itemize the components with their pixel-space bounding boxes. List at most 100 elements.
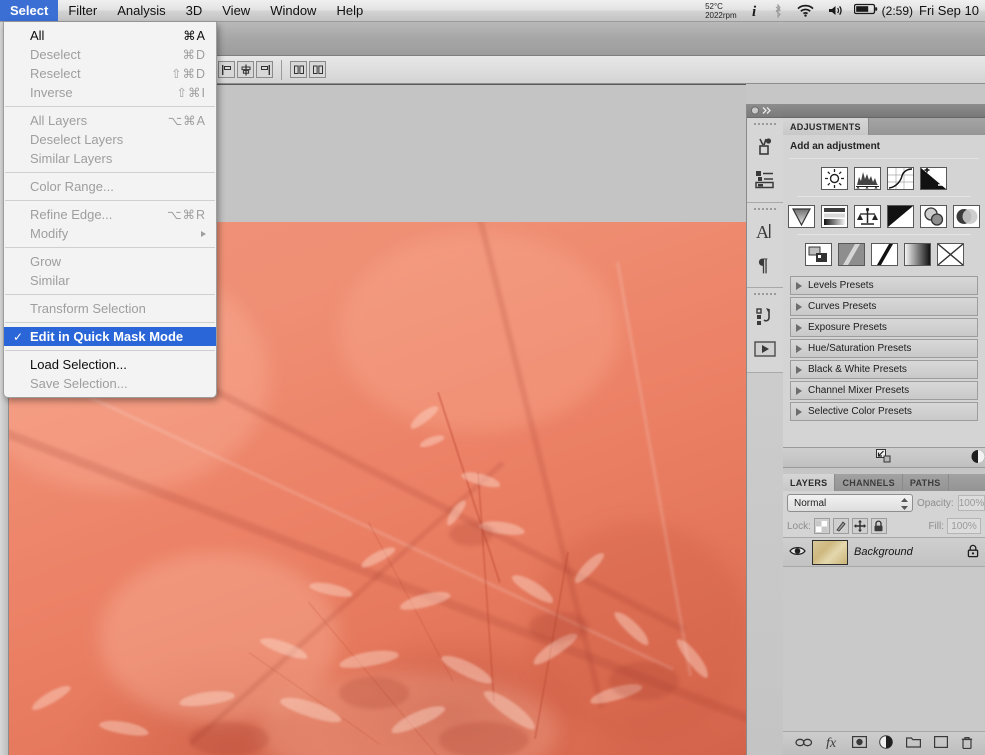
blend-mode-select[interactable]: Normal	[787, 494, 913, 512]
rail-group-history-actions	[747, 288, 783, 373]
menu-item-refine-edge[interactable]: Refine Edge... ⌥⌘R	[4, 205, 216, 224]
align-right-edges-icon[interactable]	[256, 61, 273, 78]
menu-item-edit-in-quick-mask-mode[interactable]: ✓ Edit in Quick Mask Mode	[4, 327, 216, 346]
photo-filter-icon[interactable]	[920, 205, 947, 228]
layer-style-icon[interactable]: fx	[826, 735, 839, 752]
align-left-edges-icon[interactable]	[218, 61, 235, 78]
chevron-updown-icon[interactable]	[900, 497, 909, 511]
menu-item-load-selection[interactable]: Load Selection...	[4, 355, 216, 374]
chevron-right-icon	[796, 302, 802, 311]
menu-item-transform-selection[interactable]: Transform Selection	[4, 299, 216, 318]
panel-grip[interactable]	[754, 208, 776, 213]
menu-item-grow[interactable]: Grow	[4, 252, 216, 271]
menubar-item-view[interactable]: View	[212, 0, 260, 21]
preset-channel-mixer[interactable]: Channel Mixer Presets	[790, 381, 978, 400]
menubar-item-select[interactable]: Select	[0, 0, 59, 21]
selective-color-icon[interactable]	[936, 243, 964, 266]
brightness-contrast-icon[interactable]	[821, 167, 848, 190]
preset-exposure[interactable]: Exposure Presets	[790, 318, 978, 337]
tab-paths[interactable]: PATHS	[902, 474, 949, 491]
lock-transparency-icon[interactable]	[813, 518, 830, 534]
add-mask-icon[interactable]	[851, 736, 867, 751]
adjustments-icon[interactable]	[750, 164, 780, 194]
lock-all-icon[interactable]	[870, 518, 887, 534]
menu-item-similar[interactable]: Similar	[4, 271, 216, 290]
lock-position-icon[interactable]	[851, 518, 868, 534]
channel-mixer-icon[interactable]	[953, 205, 980, 228]
volume-icon[interactable]	[821, 4, 850, 17]
menu-item-modify[interactable]: Modify	[4, 224, 216, 243]
preset-selective-color[interactable]: Selective Color Presets	[790, 402, 978, 421]
preset-curves[interactable]: Curves Presets	[790, 297, 978, 316]
eye-icon[interactable]	[789, 545, 806, 560]
layer-name: Background	[854, 546, 913, 558]
tab-channels[interactable]: CHANNELS	[835, 474, 903, 491]
posterize-icon[interactable]	[837, 243, 865, 266]
distribute-icon-b[interactable]	[309, 61, 326, 78]
vibrance-icon[interactable]	[788, 205, 815, 228]
menu-item-all[interactable]: All ⌘A	[4, 26, 216, 45]
invert-icon[interactable]	[804, 243, 832, 266]
panel-rail-header[interactable]	[747, 104, 783, 118]
masks-icon[interactable]	[750, 132, 780, 162]
blend-mode-value: Normal	[794, 497, 827, 509]
tab-adjustments[interactable]: ADJUSTMENTS	[783, 118, 869, 135]
paragraph-icon[interactable]: ¶	[750, 249, 780, 279]
double-chevron-right-icon[interactable]	[750, 104, 772, 118]
gradient-map-icon[interactable]	[903, 243, 931, 266]
levels-icon[interactable]	[854, 167, 881, 190]
history-icon[interactable]	[750, 302, 780, 332]
actions-play-icon[interactable]	[750, 334, 780, 364]
battery-status[interactable]: (2:59)	[850, 3, 917, 18]
new-group-icon[interactable]	[906, 736, 922, 751]
color-balance-icon[interactable]	[854, 205, 881, 228]
menu-item-label: Load Selection...	[30, 357, 127, 372]
black-white-icon[interactable]	[887, 205, 914, 228]
menu-item-color-range[interactable]: Color Range...	[4, 177, 216, 196]
select-menu-dropdown[interactable]: All ⌘A Deselect ⌘D Reselect ⇧⌘D Inverse …	[3, 22, 217, 398]
preset-levels[interactable]: Levels Presets	[790, 276, 978, 295]
bluetooth-icon[interactable]	[766, 3, 790, 18]
menubar-item-3d[interactable]: 3D	[176, 0, 213, 21]
panel-grip[interactable]	[754, 123, 776, 128]
menu-item-deselect[interactable]: Deselect ⌘D	[4, 45, 216, 64]
lock-icon[interactable]	[967, 544, 979, 561]
return-to-adjustment-list-icon[interactable]	[876, 448, 892, 467]
menu-item-deselect-layers[interactable]: Deselect Layers	[4, 130, 216, 149]
temperature-fan-monitor[interactable]: 52°C 2022rpm	[697, 2, 745, 20]
tab-layers[interactable]: LAYERS	[783, 474, 836, 491]
preset-hue-saturation[interactable]: Hue/Saturation Presets	[790, 339, 978, 358]
preset-black-white[interactable]: Black & White Presets	[790, 360, 978, 379]
info-icon[interactable]: i	[745, 3, 766, 18]
distribute-icon-a[interactable]	[290, 61, 307, 78]
threshold-icon[interactable]	[870, 243, 898, 266]
layer-thumbnail[interactable]	[812, 539, 848, 565]
hue-saturation-icon[interactable]	[821, 205, 848, 228]
character-icon[interactable]: A	[750, 217, 780, 247]
mask-thumbnail-icon[interactable]	[971, 449, 985, 467]
menu-item-all-layers[interactable]: All Layers ⌥⌘A	[4, 111, 216, 130]
menubar-clock[interactable]: Fri Sep 10	[917, 3, 985, 18]
wifi-icon[interactable]	[790, 4, 821, 17]
menu-item-reselect[interactable]: Reselect ⇧⌘D	[4, 64, 216, 83]
menubar-item-help[interactable]: Help	[326, 0, 373, 21]
menu-item-similar-layers[interactable]: Similar Layers	[4, 149, 216, 168]
panel-grip[interactable]	[754, 293, 776, 298]
table-row[interactable]: Background	[783, 537, 985, 567]
align-horizontal-centers-icon[interactable]	[237, 61, 254, 78]
menu-item-save-selection[interactable]: Save Selection...	[4, 374, 216, 393]
menubar-item-window[interactable]: Window	[260, 0, 326, 21]
fill-input[interactable]: 100%	[947, 518, 981, 534]
lock-image-icon[interactable]	[832, 518, 849, 534]
menu-item-inverse[interactable]: Inverse ⇧⌘I	[4, 83, 216, 102]
exposure-icon[interactable]	[920, 167, 947, 190]
new-adjustment-layer-icon[interactable]	[879, 735, 894, 752]
opacity-input[interactable]: 100%	[957, 495, 985, 511]
new-layer-icon[interactable]	[933, 736, 948, 751]
curves-icon[interactable]	[887, 167, 914, 190]
menubar-item-analysis[interactable]: Analysis	[107, 0, 175, 21]
delete-layer-icon[interactable]	[961, 736, 973, 752]
menubar-item-filter[interactable]: Filter	[58, 0, 107, 21]
link-layers-icon[interactable]	[795, 737, 813, 751]
panel-dock-titlebar[interactable]	[783, 104, 985, 118]
